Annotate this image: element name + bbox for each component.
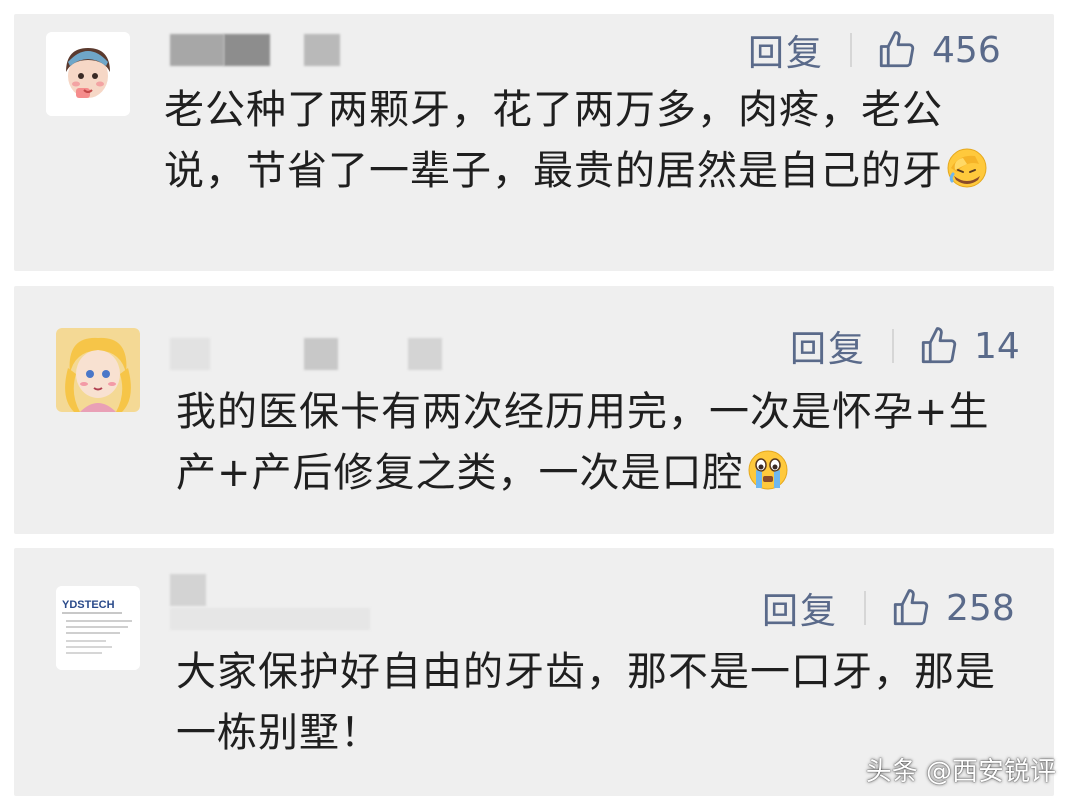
comment-card-2: 回复 14 我的医保卡有两次经历用完，一次是怀孕+生产+产后修复之类，一次是口腔 <box>14 286 1054 534</box>
comment-card-1: 回复 456 老公种了两颗牙，花了两万多，肉疼，老公说，节省了一辈子，最贵的居然… <box>14 14 1054 271</box>
avatar[interactable] <box>46 32 130 116</box>
like-button[interactable]: 258 <box>890 587 1015 629</box>
like-button[interactable]: 456 <box>876 29 1001 71</box>
divider <box>850 33 853 67</box>
comment-text: 大家保护好自由的牙齿，那不是一口牙，那是一栋别墅！ <box>176 649 996 756</box>
divider <box>892 329 895 363</box>
reply-button[interactable]: 回复 <box>748 24 824 76</box>
thumbs-up-icon <box>893 589 929 626</box>
crying-emoji <box>748 450 788 490</box>
thumbs-up-icon <box>921 327 957 364</box>
svg-text:YDSTECH: YDSTECH <box>62 599 115 611</box>
like-count: 14 <box>974 325 1020 367</box>
avatar[interactable]: YDSTECH <box>56 586 140 670</box>
reply-button[interactable]: 回复 <box>762 582 838 634</box>
like-count: 456 <box>932 29 1001 71</box>
like-button[interactable]: 14 <box>918 325 1020 367</box>
like-count: 258 <box>946 587 1015 629</box>
comment-actions: 回复 14 <box>790 324 1020 371</box>
comment-actions: 回复 456 <box>748 28 1001 75</box>
divider <box>864 591 867 625</box>
facepalm-laughing-emoji <box>947 148 987 188</box>
comment-text: 我的医保卡有两次经历用完，一次是怀孕+生产+产后修复之类，一次是口腔 <box>176 389 990 496</box>
avatar[interactable] <box>56 328 140 412</box>
comment-actions: 回复 258 <box>762 586 1015 633</box>
username-redacted <box>170 34 360 66</box>
thumbs-up-icon <box>879 31 915 68</box>
watermark: 头条 @西安锐评 <box>865 757 1056 787</box>
username-redacted <box>170 338 450 370</box>
username-redacted <box>170 574 390 630</box>
comment-text: 老公种了两颗牙，花了两万多，肉疼，老公说，节省了一辈子，最贵的居然是自己的牙 <box>164 80 994 202</box>
reply-button[interactable]: 回复 <box>790 320 866 372</box>
